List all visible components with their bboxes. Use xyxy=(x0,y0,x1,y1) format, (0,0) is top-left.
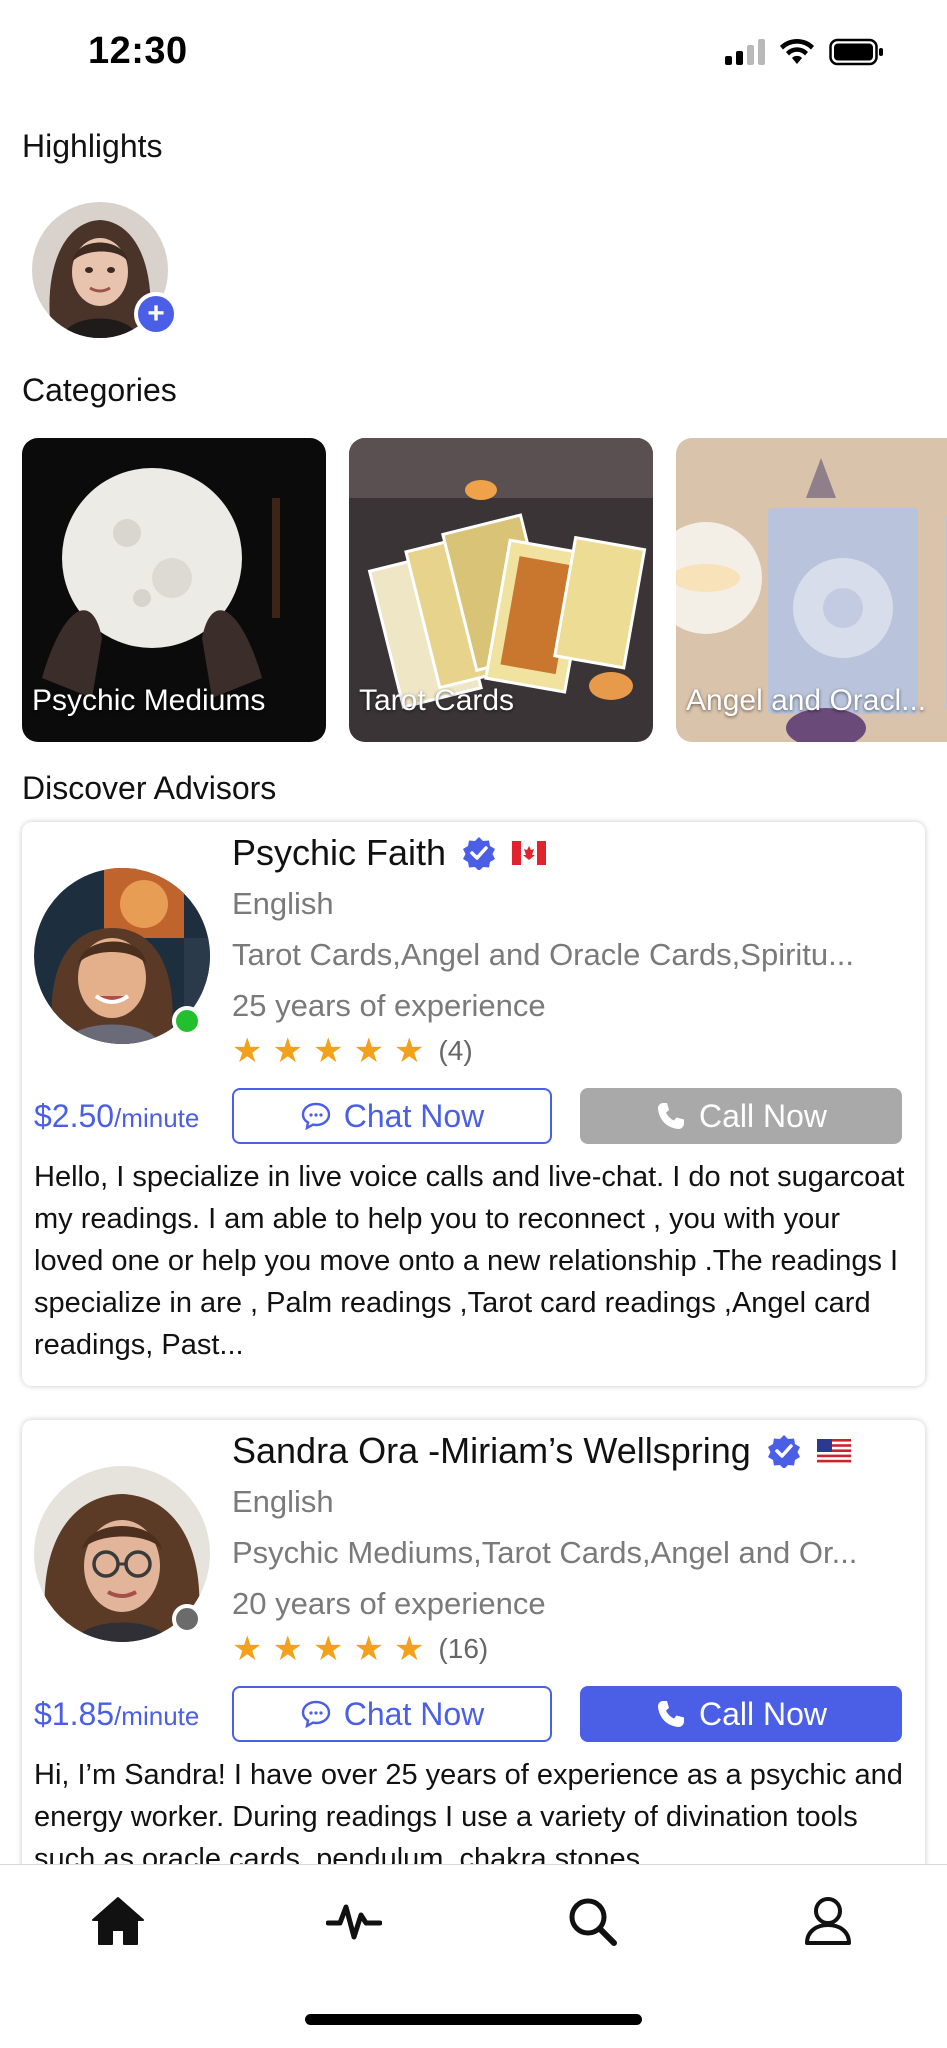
chat-now-button[interactable]: Chat Now xyxy=(232,1686,552,1742)
advisor-name: Sandra Ora -Miriam’s Wellspring xyxy=(232,1430,751,1471)
search-icon xyxy=(569,1898,617,1946)
category-card-angel-oracle[interactable]: Angel and Oracl... xyxy=(676,438,947,742)
advisor-rating: ★ ★ ★ ★ ★ (16) xyxy=(232,1632,488,1666)
advisor-avatar[interactable] xyxy=(34,868,210,1044)
advisor-experience: 20 years of experience xyxy=(232,1586,546,1621)
tab-profile[interactable] xyxy=(798,1891,858,1951)
call-now-button[interactable]: Call Now xyxy=(580,1088,902,1144)
star-icon: ★ xyxy=(312,1630,344,1668)
star-icon: ★ xyxy=(353,1032,384,1070)
advisor-language: English xyxy=(232,886,334,921)
verified-badge-icon xyxy=(767,1435,800,1468)
chat-now-label: Chat Now xyxy=(343,1695,485,1732)
category-label: Tarot Cards xyxy=(359,684,515,717)
phone-icon xyxy=(657,1701,684,1727)
home-icon xyxy=(92,1897,144,1945)
call-now-label: Call Now xyxy=(698,1097,828,1134)
star-icon: ★ xyxy=(232,1630,263,1668)
star-icon: ★ xyxy=(312,1032,344,1070)
star-icon: ★ xyxy=(393,1630,425,1668)
battery-icon xyxy=(829,38,883,66)
advisor-price: $1.85/minute xyxy=(34,1696,199,1733)
chat-now-button[interactable]: Chat Now xyxy=(232,1088,552,1144)
advisor-name-row: Psychic Faith xyxy=(232,832,547,874)
price-unit: /minute xyxy=(114,1701,200,1731)
activity-pulse-icon xyxy=(326,1904,382,1940)
category-label: Psychic Mediums xyxy=(32,684,266,717)
category-card-tarot-cards[interactable]: Tarot Cards xyxy=(349,438,653,742)
canada-flag-icon xyxy=(512,841,547,865)
home-indicator[interactable] xyxy=(305,2014,642,2025)
star-icon: ★ xyxy=(272,1630,303,1668)
advisor-card[interactable]: Psychic Faith English Tarot Cards,Angel … xyxy=(22,822,925,1386)
call-now-button[interactable]: Call Now xyxy=(580,1686,902,1742)
profile-icon xyxy=(805,1897,851,1945)
status-bar: 12:30 xyxy=(0,0,947,100)
online-status-indicator xyxy=(172,1006,202,1036)
review-count: (4) xyxy=(438,1035,473,1066)
star-icon: ★ xyxy=(232,1032,263,1070)
advisor-bio: Hello, I specialize in live voice calls … xyxy=(34,1161,905,1361)
cellular-signal-icon xyxy=(725,39,765,65)
advisor-experience: 25 years of experience xyxy=(232,988,546,1023)
tab-activity[interactable] xyxy=(324,1891,384,1951)
highlight-story[interactable]: + xyxy=(32,202,178,338)
star-icon: ★ xyxy=(353,1630,384,1668)
offline-status-indicator xyxy=(172,1604,202,1634)
review-count: (16) xyxy=(438,1633,489,1664)
chat-bubble-icon xyxy=(301,1102,330,1131)
advisor-specialties: Psychic Mediums,Tarot Cards,Angel and Or… xyxy=(232,1535,858,1570)
category-card-psychic-mediums[interactable]: Psychic Mediums xyxy=(22,438,326,742)
highlights-title: Highlights xyxy=(22,128,163,164)
discover-advisors-title: Discover Advisors xyxy=(22,770,277,806)
advisor-rating: ★ ★ ★ ★ ★ (4) xyxy=(232,1034,473,1068)
status-icons xyxy=(725,38,885,66)
price-amount: $2.50 xyxy=(34,1098,115,1134)
star-icon: ★ xyxy=(393,1032,425,1070)
wifi-icon xyxy=(780,38,814,64)
star-icon: ★ xyxy=(272,1032,303,1070)
advisor-avatar[interactable] xyxy=(34,1466,210,1642)
chat-now-label: Chat Now xyxy=(343,1097,485,1134)
verified-badge-icon xyxy=(463,837,496,870)
advisor-bio: Hi, I’m Sandra! I have over 25 years of … xyxy=(34,1759,903,1875)
tab-home[interactable] xyxy=(88,1891,148,1951)
price-amount: $1.85 xyxy=(34,1696,115,1732)
chat-bubble-icon xyxy=(301,1700,330,1729)
call-now-label: Call Now xyxy=(698,1695,828,1732)
categories-carousel[interactable]: Psychic Mediums Tarot Cards Angel and Or… xyxy=(22,438,947,744)
status-time: 12:30 xyxy=(88,30,188,72)
advisor-name: Psychic Faith xyxy=(232,832,447,873)
advisor-language: English xyxy=(232,1484,334,1519)
advisor-specialties: Tarot Cards,Angel and Oracle Cards,Spiri… xyxy=(232,937,854,972)
advisor-price: $2.50/minute xyxy=(34,1098,199,1135)
category-label: Angel and Oracl... xyxy=(686,684,927,717)
advisor-card[interactable]: Sandra Ora -Miriam’s Wellspring English … xyxy=(22,1420,925,1900)
categories-title: Categories xyxy=(22,372,177,408)
advisor-name-row: Sandra Ora -Miriam’s Wellspring xyxy=(232,1430,851,1472)
us-flag-icon xyxy=(816,1439,851,1463)
phone-icon xyxy=(657,1103,684,1129)
add-highlight-button[interactable]: + xyxy=(134,292,178,336)
tab-search[interactable] xyxy=(562,1891,622,1951)
price-unit: /minute xyxy=(114,1103,200,1133)
